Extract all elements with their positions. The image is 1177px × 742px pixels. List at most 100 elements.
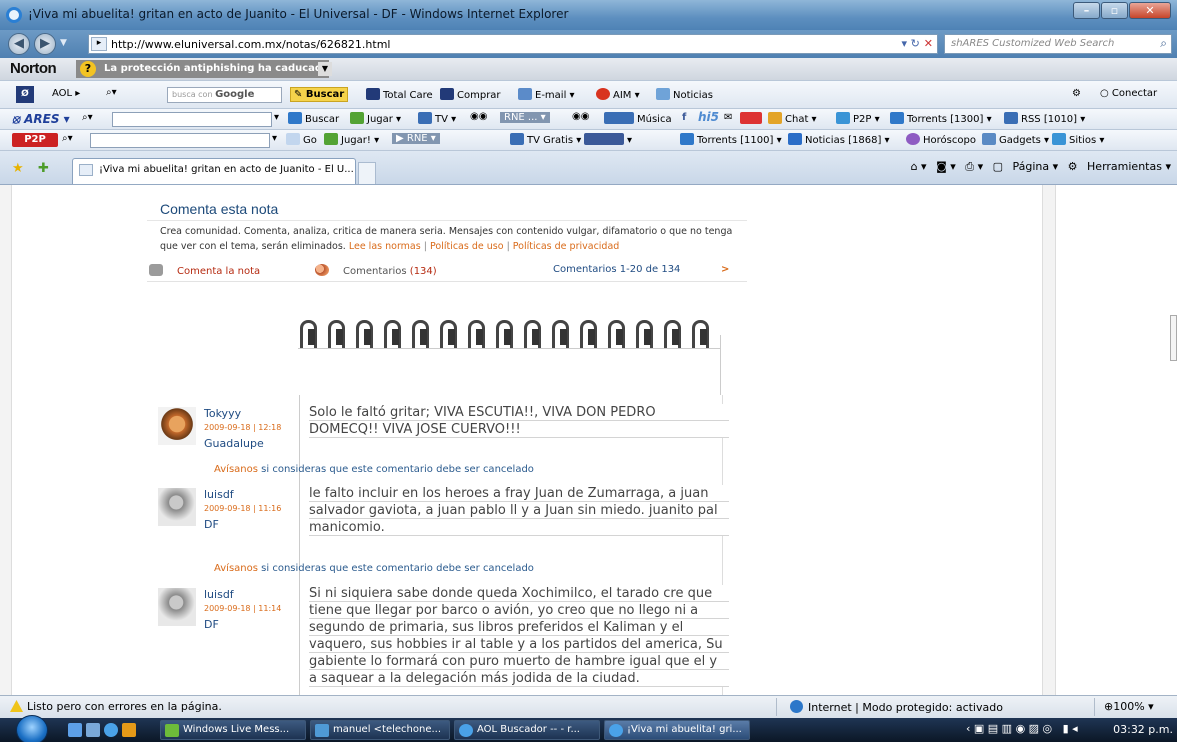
favorites-star-icon[interactable]: ★ <box>12 161 24 176</box>
refresh-icon[interactable]: ↻ <box>911 37 920 50</box>
search-options-icon[interactable]: ⌕▾ <box>106 87 117 98</box>
p2p-search-input[interactable] <box>90 133 270 148</box>
ares-buscar-button[interactable]: Buscar <box>288 112 339 125</box>
total-care-button[interactable]: Total Care <box>366 88 433 101</box>
search-box[interactable]: shARES Customized Web Search ⌕ <box>944 34 1172 54</box>
p2p-logo[interactable]: P2P <box>12 133 58 147</box>
clock[interactable]: 03:32 p.m. <box>1113 723 1173 736</box>
report-link[interactable]: Avísanos <box>214 464 258 475</box>
ie-quicklaunch-icon[interactable] <box>104 723 118 737</box>
p2p-gadgets-button[interactable]: Gadgets ▾ <box>982 133 1049 146</box>
ares-search-options-icon[interactable]: ⌕▾ <box>82 112 93 123</box>
aol-brand[interactable]: AOL ▸ <box>52 88 80 99</box>
google-search-input[interactable]: busca con Google <box>167 87 282 103</box>
recent-pages-dropdown-icon[interactable]: ▼ <box>60 38 67 48</box>
youtube-icon[interactable] <box>740 112 765 125</box>
p2p-radio-player[interactable]: ▶ RNE ▾ <box>392 133 440 144</box>
security-zone[interactable]: Internet | Modo protegido: activado <box>790 700 1003 714</box>
norton-dropdown-icon[interactable]: ▼ <box>318 62 332 76</box>
p2p-jugar-button[interactable]: Jugar! ▾ <box>324 133 379 146</box>
conectar-button[interactable]: ○ Conectar <box>1100 88 1157 99</box>
print-icon[interactable]: ⎙ ▾ <box>965 160 983 173</box>
switch-windows-icon[interactable] <box>86 723 100 737</box>
forward-button[interactable]: ▶ <box>34 33 56 55</box>
p2p-horoscopo-button[interactable]: Horóscopo <box>906 133 976 146</box>
p2p-search-options-icon[interactable]: ⌕▾ <box>62 133 73 144</box>
scroll-thumb[interactable] <box>1170 315 1177 361</box>
new-tab-button[interactable] <box>358 162 376 184</box>
facebook-icon[interactable]: f <box>682 112 686 123</box>
aim-button[interactable]: AIM ▾ <box>596 88 640 101</box>
player-icon[interactable]: ◉◉ <box>470 111 487 122</box>
tab-current[interactable]: ¡Viva mi abuelita! gritan en acto de Jua… <box>72 158 356 184</box>
avatar[interactable] <box>158 488 196 526</box>
page-error-status[interactable]: Listo pero con errores en la página. <box>10 700 222 713</box>
page-menu[interactable]: ▢ Página ▾ <box>993 160 1059 173</box>
minimize-button[interactable]: – <box>1073 2 1100 19</box>
report-link[interactable]: Avísanos <box>214 563 258 574</box>
address-dropdown-icon[interactable]: ▾ <box>902 37 908 50</box>
window-title: ¡Viva mi abuelita! gritan en acto de Jua… <box>28 7 569 21</box>
ares-dropdown-icon[interactable]: ▾ <box>274 112 279 123</box>
add-favorites-icon[interactable]: ✚ <box>38 161 49 176</box>
norton-antiphishing-warning[interactable]: ? La protección antiphishing ha caducado <box>76 60 329 78</box>
politicas-privacidad-link[interactable]: Políticas de privacidad <box>513 241 620 252</box>
media-player-icon[interactable] <box>122 723 136 737</box>
home-icon[interactable]: ⌂ ▾ <box>911 160 927 173</box>
close-button[interactable]: ✕ <box>1129 2 1171 19</box>
settings-gear-icon[interactable]: ⚙ <box>1072 88 1081 99</box>
avatar[interactable] <box>158 407 196 445</box>
politicas-uso-link[interactable]: Políticas de uso <box>430 241 504 252</box>
tools-menu[interactable]: ⚙ Herramientas ▾ <box>1068 160 1171 173</box>
ares-chat-button[interactable]: Chat ▾ <box>768 112 817 125</box>
comentarios-link[interactable]: Comentarios (134) <box>315 264 437 277</box>
ares-musica-button[interactable]: Música <box>604 112 672 125</box>
ares-tv-button[interactable]: TV ▾ <box>418 112 456 125</box>
aol-logo-icon[interactable]: Ø <box>16 86 34 103</box>
p2p-dropdown-icon[interactable]: ▾ <box>272 133 277 144</box>
ares-jugar-button[interactable]: Jugar ▾ <box>350 112 401 125</box>
comment-user[interactable]: Tokyyy <box>204 407 241 420</box>
back-button[interactable]: ◀ <box>8 33 30 55</box>
taskbar-item-messenger[interactable]: Windows Live Mess... <box>160 720 306 740</box>
show-desktop-icon[interactable] <box>68 723 82 737</box>
ares-p2p-button[interactable]: P2P ▾ <box>836 112 880 125</box>
zoom-level[interactable]: ⊕100% ▾ <box>1104 700 1154 713</box>
radio-controls-icon[interactable]: ◉◉ <box>572 111 589 122</box>
address-bar[interactable]: ▸ http://www.eluniversal.com.mx/notas/62… <box>88 34 938 54</box>
comenta-nota-link[interactable]: Comenta la nota <box>149 264 260 277</box>
social-icons[interactable]: ▾ <box>584 133 632 146</box>
address-url[interactable]: http://www.eluniversal.com.mx/notas/6268… <box>111 38 390 51</box>
email-button[interactable]: E-mail ▾ <box>518 88 575 101</box>
stop-icon[interactable]: ✕ <box>924 37 933 50</box>
hi5-icon[interactable]: hi5 <box>698 110 719 124</box>
search-icon[interactable]: ⌕ <box>1160 36 1167 51</box>
buscar-button[interactable]: ✎ Buscar <box>290 87 349 102</box>
ares-rss-button[interactable]: RSS [1010] ▾ <box>1004 112 1085 125</box>
ares-radio-player[interactable]: RNE ... ▾ <box>500 112 550 123</box>
taskbar-item-current[interactable]: ¡Viva mi abuelita! gri... <box>604 720 750 740</box>
avatar[interactable] <box>158 588 196 626</box>
normas-link[interactable]: Lee las normas <box>349 241 421 252</box>
p2p-torrents-button[interactable]: Torrents [1100] ▾ <box>680 133 782 146</box>
search-input[interactable]: shARES Customized Web Search <box>951 38 1114 49</box>
p2p-go-button[interactable]: Go <box>286 133 317 146</box>
comment-user[interactable]: luisdf <box>204 488 234 501</box>
ares-search-input[interactable] <box>112 112 272 127</box>
p2p-sitios-button[interactable]: Sitios ▾ <box>1052 133 1104 146</box>
comment-user[interactable]: luisdf <box>204 588 234 601</box>
comprar-button[interactable]: Comprar <box>440 88 501 101</box>
p2p-noticias-button[interactable]: Noticias [1868] ▾ <box>788 133 890 146</box>
taskbar-item-mail[interactable]: manuel <telechone... <box>310 720 450 740</box>
system-tray[interactable]: ‹ ▣ ▤ ▥ ◉ ▨ ◎ ▮ ◂ <box>966 722 1078 735</box>
ares-torrents-button[interactable]: Torrents [1300] ▾ <box>890 112 992 125</box>
messenger-icon[interactable]: ✉ <box>724 112 732 123</box>
taskbar-item-aol[interactable]: AOL Buscador -- - r... <box>454 720 600 740</box>
p2p-tv-gratis-button[interactable]: TV Gratis ▾ <box>510 133 581 146</box>
next-page-icon[interactable]: > <box>721 264 729 275</box>
feeds-icon[interactable]: ◙ ▾ <box>936 160 956 173</box>
ares-logo[interactable]: ⦻ ARES ▾ <box>12 112 70 127</box>
noticias-button[interactable]: Noticias <box>656 88 713 101</box>
start-button[interactable] <box>16 715 48 742</box>
maximize-button[interactable]: ▫ <box>1101 2 1128 19</box>
